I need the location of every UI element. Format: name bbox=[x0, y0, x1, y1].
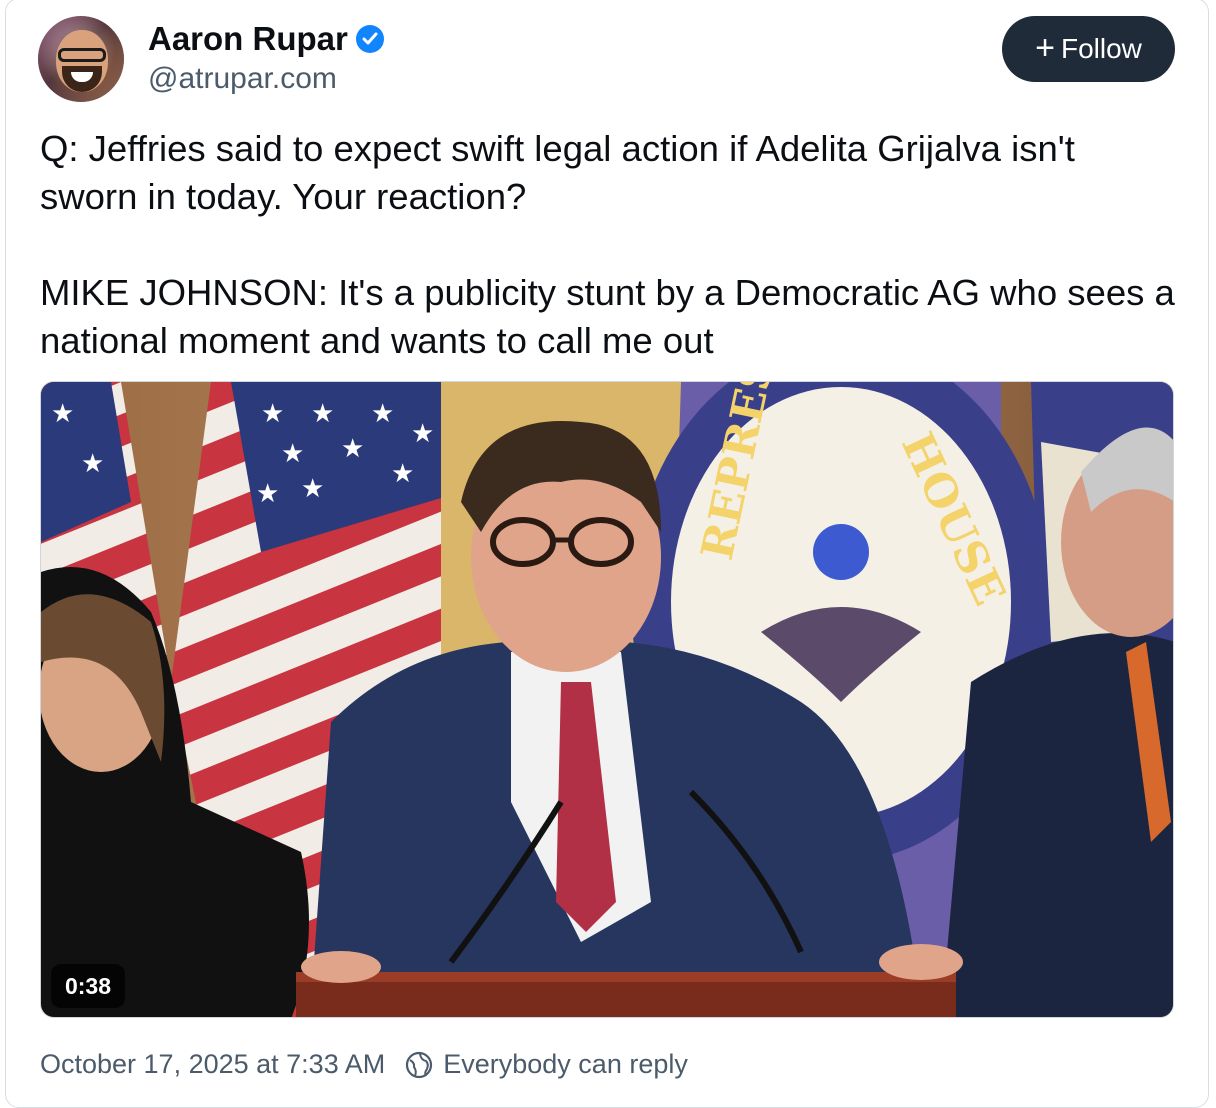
follow-button[interactable]: + Follow bbox=[1002, 16, 1175, 82]
post-text: Q: Jeffries said to expect swift legal a… bbox=[40, 125, 1180, 365]
svg-text:★: ★ bbox=[301, 474, 324, 504]
svg-text:★: ★ bbox=[411, 419, 434, 449]
svg-text:★: ★ bbox=[81, 449, 104, 479]
author-handle[interactable]: @atrupar.com bbox=[148, 62, 337, 96]
post-paragraph: MIKE JOHNSON: It's a publicity stunt by … bbox=[40, 272, 1175, 361]
svg-text:★: ★ bbox=[311, 399, 334, 429]
reply-setting[interactable]: Everybody can reply bbox=[443, 1049, 688, 1080]
svg-text:★: ★ bbox=[261, 399, 284, 429]
svg-text:★: ★ bbox=[391, 459, 414, 489]
post-paragraph: Q: Jeffries said to expect swift legal a… bbox=[40, 128, 1075, 217]
follow-button-label: Follow bbox=[1060, 33, 1142, 64]
everybody-reply-icon bbox=[406, 1051, 433, 1078]
svg-text:★: ★ bbox=[281, 439, 304, 469]
verified-badge-icon bbox=[355, 25, 384, 53]
author-display-name[interactable]: Aaron Rupar bbox=[148, 20, 348, 58]
svg-text:★: ★ bbox=[256, 479, 279, 509]
plus-icon: + bbox=[1035, 28, 1055, 67]
svg-text:★: ★ bbox=[371, 399, 394, 429]
avatar-glasses bbox=[58, 48, 106, 62]
video-frame: ★ ★ ★★ ★ ★★ ★ ★★★ HOUSE REPRES bbox=[41, 382, 1173, 1017]
svg-text:★: ★ bbox=[341, 434, 364, 464]
author-avatar[interactable] bbox=[38, 16, 124, 102]
video-player[interactable]: ★ ★ ★ ★ ★ ★ ★ ★ ★ ★ ★ HOUSE REPRES bbox=[40, 381, 1174, 1018]
author-name-row: Aaron Rupar bbox=[148, 20, 384, 58]
post-timestamp[interactable]: October 17, 2025 at 7:33 AM bbox=[40, 1049, 385, 1080]
video-duration-badge: 0:38 bbox=[51, 964, 125, 1008]
post-footer: October 17, 2025 at 7:33 AM Everybody ca… bbox=[40, 1049, 688, 1080]
svg-text:★: ★ bbox=[51, 399, 74, 429]
